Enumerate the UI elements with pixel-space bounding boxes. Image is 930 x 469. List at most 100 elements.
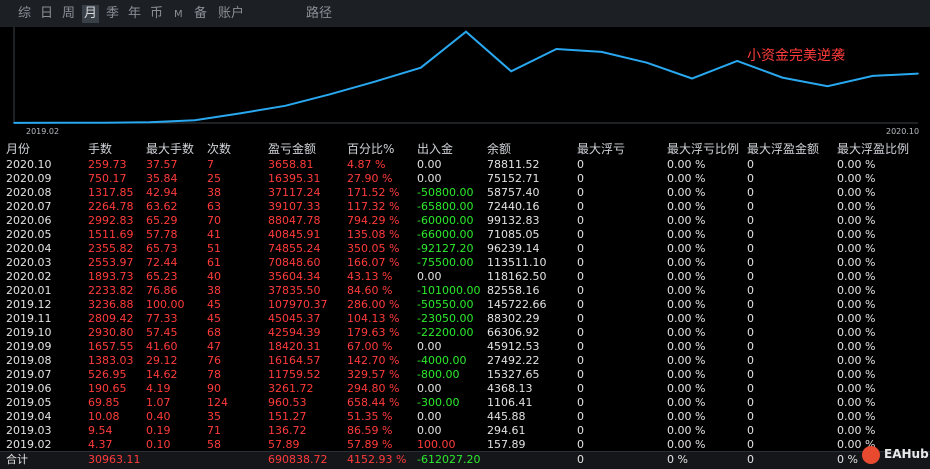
balance-point-2019.10 (374, 80, 377, 83)
table-row[interactable]: 2019.07 526.95 14.62 78 11759.52 329.57 % -800… (0, 368, 930, 382)
balance-point-2020.06 (736, 60, 738, 62)
balance-point-2020.10 (917, 72, 919, 75)
tab-8[interactable]: 备 (192, 5, 209, 23)
column-header[interactable]: 出入金 (417, 139, 453, 159)
table-cell: -50800.00 (417, 186, 474, 199)
table-cell: 68 (207, 326, 221, 339)
column-header[interactable]: 最大浮亏 (577, 139, 625, 159)
table-cell: 2020.03 (6, 256, 52, 269)
table-cell: 0 (747, 270, 754, 283)
column-header[interactable]: 最大浮亏比例 (667, 139, 739, 159)
column-header[interactable]: 百分比% (347, 139, 394, 159)
balance-point-2020.02 (555, 48, 558, 50)
table-cell: -60000.00 (417, 214, 474, 227)
table-row[interactable]: 2019.10 2930.80 57.45 68 42594.39 179.63 % -22… (0, 326, 930, 340)
table-cell: 7 (207, 158, 214, 171)
column-header[interactable]: 手数 (88, 139, 112, 159)
table-row[interactable]: 2020.10 259.73 37.57 7 3658.81 4.87 % 0.00 7881… (0, 158, 930, 172)
table-cell: 0.00 % (837, 228, 876, 241)
tab-1[interactable]: 日 (38, 5, 55, 23)
brand-label: EAHub (884, 447, 929, 461)
table-cell: 88302.29 (487, 312, 540, 325)
table-cell: 96239.14 (487, 242, 540, 255)
table-row[interactable]: 2020.05 1511.69 57.78 41 40845.91 135.08 % -66… (0, 228, 930, 242)
table-cell: 157.89 (487, 438, 526, 451)
tab-4[interactable]: 季 (104, 5, 121, 23)
table-row[interactable]: 2020.07 2264.78 63.62 63 39107.33 117.32 % -65… (0, 200, 930, 214)
table-cell: 2019.05 (6, 396, 52, 409)
column-header[interactable]: 月份 (6, 139, 30, 159)
table-cell: 39107.33 (268, 200, 321, 213)
balance-point-2019.12 (465, 30, 467, 33)
table-cell: 0 (747, 340, 754, 353)
x-axis-start-label: 2019.02 (26, 127, 60, 136)
table-cell: 37117.24 (268, 186, 321, 199)
table-cell: 37.57 (146, 158, 178, 171)
tab-6[interactable]: 币 (148, 5, 165, 23)
table-row[interactable]: 2019.02 4.37 0.10 58 57.89 57.89 % 100.00 157.8… (0, 438, 930, 452)
table-row[interactable]: 2020.01 2233.82 76.86 38 37835.50 84.60 % -101… (0, 284, 930, 298)
table-cell: 58 (207, 438, 221, 451)
table-cell: 2809.42 (88, 312, 134, 325)
table-cell: 0.00 % (667, 368, 706, 381)
table-row[interactable]: 2020.06 2992.83 65.29 70 88047.78 794.29 % -60… (0, 214, 930, 228)
table-cell: 0.00 % (667, 354, 706, 367)
column-header[interactable]: 最大手数 (146, 139, 194, 159)
table-cell: 75152.71 (487, 172, 540, 185)
balance-chart: 小资金完美逆袭 2019.02 2020.10 (0, 27, 930, 138)
table-cell: -800.00 (417, 368, 460, 381)
table-cell: 0 (747, 368, 754, 381)
table-row[interactable]: 2020.09 750.17 35.84 25 16395.31 27.90 % 0.00 7… (0, 172, 930, 186)
column-header[interactable]: 最大浮盈金额 (747, 139, 819, 159)
table-cell: -22200.00 (417, 326, 474, 339)
table-row[interactable]: 2019.11 2809.42 77.33 45 45045.37 104.13 % -23… (0, 312, 930, 326)
table-row[interactable]: 2019.03 9.54 0.19 71 136.72 86.59 % 0.00 294.61… (0, 424, 930, 438)
tab-7[interactable]: M (172, 6, 185, 24)
table-cell: 45045.37 (268, 312, 321, 325)
table-cell: 526.95 (88, 368, 127, 381)
table-row[interactable]: 2020.04 2355.82 65.73 51 74855.24 350.05 % -92… (0, 242, 930, 256)
table-cell: 45 (207, 312, 221, 325)
table-cell: -300.00 (417, 396, 460, 409)
table-cell: 2992.83 (88, 214, 134, 227)
table-cell: 2019.07 (6, 368, 52, 381)
tab-5[interactable]: 年 (126, 5, 143, 23)
table-row[interactable]: 2019.12 3236.88 100.00 45 107970.37 286.00 % -… (0, 298, 930, 312)
tab-3[interactable]: 月 (82, 5, 100, 23)
tab-0[interactable]: 综 (16, 5, 33, 23)
table-row[interactable]: 2019.06 190.65 4.19 90 3261.72 294.80 % 0.00 43… (0, 382, 930, 396)
tab-10[interactable]: 路径 (304, 5, 334, 23)
table-cell: 71 (207, 424, 221, 437)
table-cell: 0 (747, 228, 754, 241)
table-cell: 41 (207, 228, 221, 241)
table-cell: 0.00 (417, 410, 442, 423)
table-row[interactable]: 2020.08 1317.85 42.94 38 37117.24 171.52 % -50… (0, 186, 930, 200)
table-cell: 0 (577, 326, 584, 339)
table-cell: 0.00 % (667, 326, 706, 339)
table-cell: 294.61 (487, 424, 526, 437)
column-header[interactable]: 盈亏金额 (268, 139, 316, 159)
tab-2[interactable]: 周 (60, 5, 77, 23)
table-cell: 65.23 (146, 270, 178, 283)
table-row[interactable]: 2019.04 10.08 0.40 35 151.27 51.35 % 0.00 445.8… (0, 410, 930, 424)
column-header[interactable]: 余额 (487, 139, 511, 159)
table-cell: 0 (747, 298, 754, 311)
column-header[interactable]: 次数 (207, 139, 231, 159)
table-cell: 2019.10 (6, 326, 52, 339)
table-row[interactable]: 2019.05 69.85 1.07 124 960.53 658.44 % -300.00… (0, 396, 930, 410)
table-cell: 445.88 (487, 410, 526, 423)
table-row[interactable]: 2020.03 2553.97 72.44 61 70848.60 166.07 % -75… (0, 256, 930, 270)
table-cell: 0.00 % (837, 424, 876, 437)
table-cell: 43.13 % (347, 270, 393, 283)
table-row[interactable]: 2019.08 1383.03 29.12 76 16164.57 142.70 % -40… (0, 354, 930, 368)
table-cell: 0.00 % (667, 382, 706, 395)
table-row[interactable]: 2020.02 1893.73 65.23 40 35604.34 43.13 % 0.00… (0, 270, 930, 284)
balance-point-2020.01 (510, 70, 512, 73)
table-cell: 0.00 % (667, 228, 706, 241)
tab-9[interactable]: 账户 (216, 5, 246, 23)
column-header[interactable]: 最大浮盈比例 (837, 139, 909, 159)
table-row[interactable]: 2019.09 1657.55 41.60 47 18420.31 67.00 % 0.00… (0, 340, 930, 354)
table-cell: 4.87 % (347, 158, 386, 171)
table-cell: 16395.31 (268, 172, 321, 185)
table-cell: 0.00 (417, 424, 442, 437)
